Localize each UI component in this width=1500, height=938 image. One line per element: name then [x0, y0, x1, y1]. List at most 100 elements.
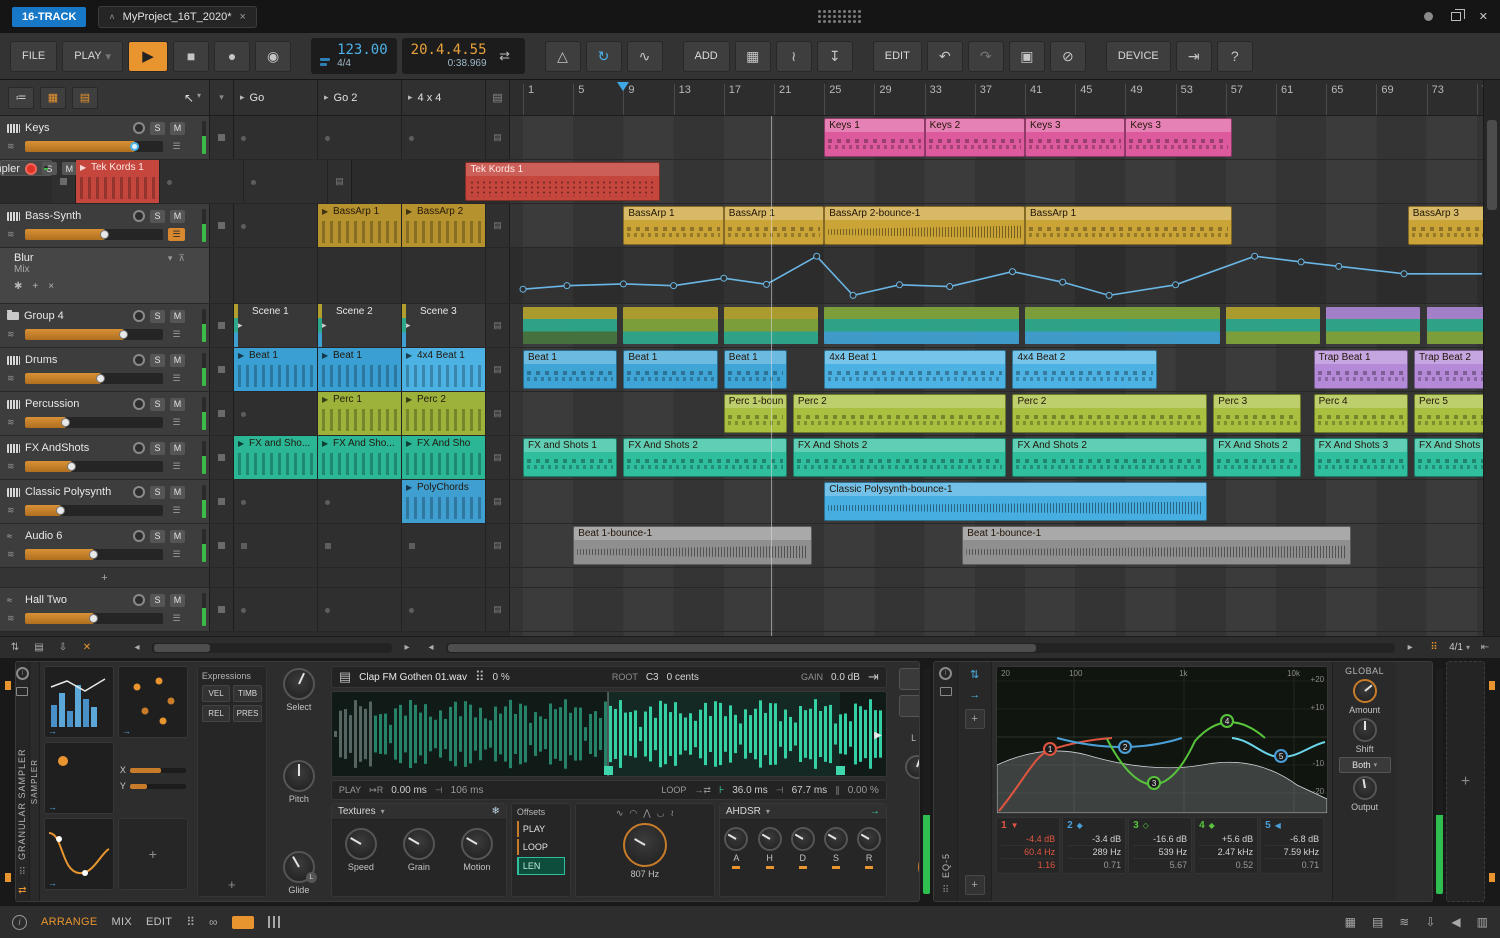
sample-waveform[interactable]: ▶ — [330, 691, 887, 777]
volume-slider[interactable] — [25, 417, 163, 428]
arranger-clip[interactable]: FX And Shots 2 — [792, 438, 1007, 477]
arranger-lane[interactable]: BassArp 1 BassArp 1 BassArp 2-bounce-1 Bass… — [510, 204, 1500, 247]
arranger-lane[interactable]: Beat 1 Beat 1 Beat 1 4x4 Beat 1 4x4 Beat 2 Tr… — [510, 348, 1500, 391]
eq-output-knob[interactable] — [1352, 776, 1377, 800]
group-clip-segment[interactable] — [1025, 307, 1220, 344]
solo-button[interactable]: S — [150, 529, 165, 543]
eq-band-3[interactable]: 3 ◇ -16.6 dB 539 Hz 5.67 — [1128, 817, 1193, 874]
sample-browser-icon[interactable]: ▤ — [339, 669, 351, 685]
record-arm-button[interactable] — [133, 530, 145, 542]
arranger-clip[interactable]: Keys 3 — [1025, 118, 1126, 157]
clip-play-icon[interactable]: ▶ — [322, 207, 328, 216]
mute-button[interactable]: M — [170, 485, 185, 499]
track-header-keys[interactable]: Keys S M ≋ ☰ — [0, 116, 210, 159]
pin-icon[interactable]: ⊼ — [178, 253, 185, 264]
record-arm-button[interactable] — [133, 310, 145, 322]
eq-band-gain[interactable]: -16.6 dB — [1133, 833, 1188, 846]
arranger-clip[interactable]: Perc 2 — [1012, 394, 1207, 433]
clip-play-icon[interactable]: ▶ — [238, 351, 244, 360]
clip-slot[interactable] — [234, 392, 318, 435]
mute-button[interactable]: M — [170, 121, 185, 135]
eq-band-gain[interactable]: +5.6 dB — [1199, 833, 1254, 846]
tune-cents[interactable]: 0 cents — [667, 672, 699, 683]
modulator-curve-display[interactable]: → — [43, 818, 114, 890]
env-s-knob[interactable] — [823, 827, 848, 851]
scene-play-icon[interactable]: ▸ — [240, 92, 245, 103]
edit-menu-button[interactable]: EDIT — [872, 40, 922, 72]
eq-band-gain[interactable]: -4.4 dB — [1001, 833, 1056, 846]
record-arm-button[interactable] — [133, 122, 145, 134]
scene-play-icon[interactable]: ▸ — [406, 320, 411, 331]
modulator-xy-pad[interactable]: → — [43, 742, 114, 814]
volume-slider[interactable] — [25, 141, 163, 152]
volume-slider[interactable] — [25, 373, 163, 384]
arranger-scroll-left-icon[interactable]: ◂ — [422, 642, 440, 653]
add-automation-lane-button[interactable]: + — [32, 281, 38, 292]
select-knob[interactable] — [282, 668, 315, 700]
arranger-clip[interactable]: Beat 1 — [623, 350, 718, 389]
arranger-clip[interactable]: FX And Shots 3 — [1313, 438, 1408, 477]
scene-play-icon[interactable]: ▸ — [238, 320, 243, 331]
clip-slot[interactable]: ▸ Scene 1 — [234, 304, 318, 347]
clip-slot[interactable]: ▶ FX And Sho — [402, 436, 486, 479]
launcher-scrollbar[interactable] — [152, 642, 392, 653]
zoom-to-fit-icon[interactable]: ⇥ — [868, 669, 879, 685]
arranger-clip[interactable]: Keys 3 — [1125, 118, 1233, 157]
device-power-button[interactable]: ⏽ — [15, 667, 29, 680]
freeze-icon[interactable]: ❄ — [491, 806, 499, 817]
eq-mod-arrow-icon[interactable]: ⇅ — [970, 668, 979, 681]
arranger-clip[interactable]: FX And Shots 2 — [1213, 438, 1302, 477]
eq-band-gain[interactable]: -3.4 dB — [1067, 833, 1122, 846]
clip-slot[interactable]: ▶ FX And Sho... — [318, 436, 402, 479]
arranger-clip[interactable]: Keys 1 — [824, 118, 925, 157]
arranger-lane[interactable]: FX and Shots 1 FX And Shots 2 FX And Shots… — [510, 436, 1500, 479]
clip-slot[interactable] — [318, 524, 402, 567]
ruler-tick[interactable]: 41 — [1025, 84, 1042, 115]
project-tab[interactable]: ˄ MyProject_16T_2020* × — [98, 5, 257, 28]
scene-play-icon[interactable]: ▸ — [408, 92, 413, 103]
mute-button[interactable]: M — [170, 353, 185, 367]
loop-button[interactable]: ↻ — [585, 40, 622, 72]
close-panel-icon[interactable]: ✕ — [78, 642, 96, 653]
mute-button[interactable]: M — [170, 441, 185, 455]
arranger-clip[interactable]: Perc 3 — [1213, 394, 1302, 433]
add-expression-button[interactable]: + — [202, 877, 262, 892]
track-header-bass-synth[interactable]: Bass-Synth S M ≋ ☰ — [0, 204, 210, 247]
play-button[interactable]: ▶ — [128, 40, 169, 72]
mod-route-icon[interactable]: → — [48, 726, 57, 736]
ruler-tick[interactable]: 37 — [974, 84, 992, 115]
ruler-tick[interactable]: 17 — [723, 84, 741, 115]
arranger-clip[interactable]: Perc 2 — [792, 394, 1007, 433]
arranger-clip[interactable]: Beat 1-bounce-1 — [573, 526, 812, 565]
solo-button[interactable]: S — [150, 593, 165, 607]
punch-button[interactable]: ◉ — [255, 40, 292, 72]
arranger-lane[interactable] — [510, 588, 1500, 631]
track-name[interactable]: Hall Two — [25, 594, 128, 606]
launcher-grid-icon[interactable]: ▦ — [40, 86, 66, 109]
mute-button[interactable]: M — [170, 209, 185, 223]
arranger-clip[interactable]: BassArp 3 — [1407, 206, 1490, 245]
expression-chip-vel[interactable]: VEL — [201, 685, 231, 702]
ruler-tick[interactable]: 57 — [1225, 84, 1243, 115]
track-menu-icon[interactable]: ☰ — [168, 548, 185, 561]
automation-header[interactable]: Blur ▾ ⊼ Mix ✱ + × — [0, 248, 210, 303]
clip-play-icon[interactable]: ▶ — [238, 439, 244, 448]
eq-band-1[interactable]: 1 ▼ -4.4 dB 60.4 Hz 1.16 — [996, 817, 1061, 874]
eq-route-icon[interactable]: → — [969, 689, 980, 701]
solo-button[interactable]: S — [150, 485, 165, 499]
device-drag-handle[interactable]: ⠿ — [942, 885, 949, 896]
expression-chip-timb[interactable]: TIMB — [233, 685, 262, 702]
volume-handle[interactable] — [100, 230, 110, 239]
clip-slot[interactable]: ▶ BassArp 2 — [402, 204, 486, 247]
clip-slot[interactable] — [234, 480, 318, 523]
file-menu-button[interactable]: FILE — [10, 40, 58, 72]
eq-band-freq[interactable]: 539 Hz — [1133, 846, 1188, 859]
clip-slot[interactable] — [234, 116, 318, 159]
solo-button[interactable]: S — [150, 441, 165, 455]
device-menu-button[interactable]: DEVICE — [1105, 40, 1171, 72]
solo-button[interactable]: S — [150, 209, 165, 223]
play-length-value[interactable]: 106 ms — [451, 785, 484, 796]
track-name[interactable]: Classic Polysynth — [25, 486, 128, 498]
scene-play-icon[interactable]: ▸ — [322, 320, 327, 331]
track-menu-icon[interactable]: ☰ — [168, 140, 185, 153]
